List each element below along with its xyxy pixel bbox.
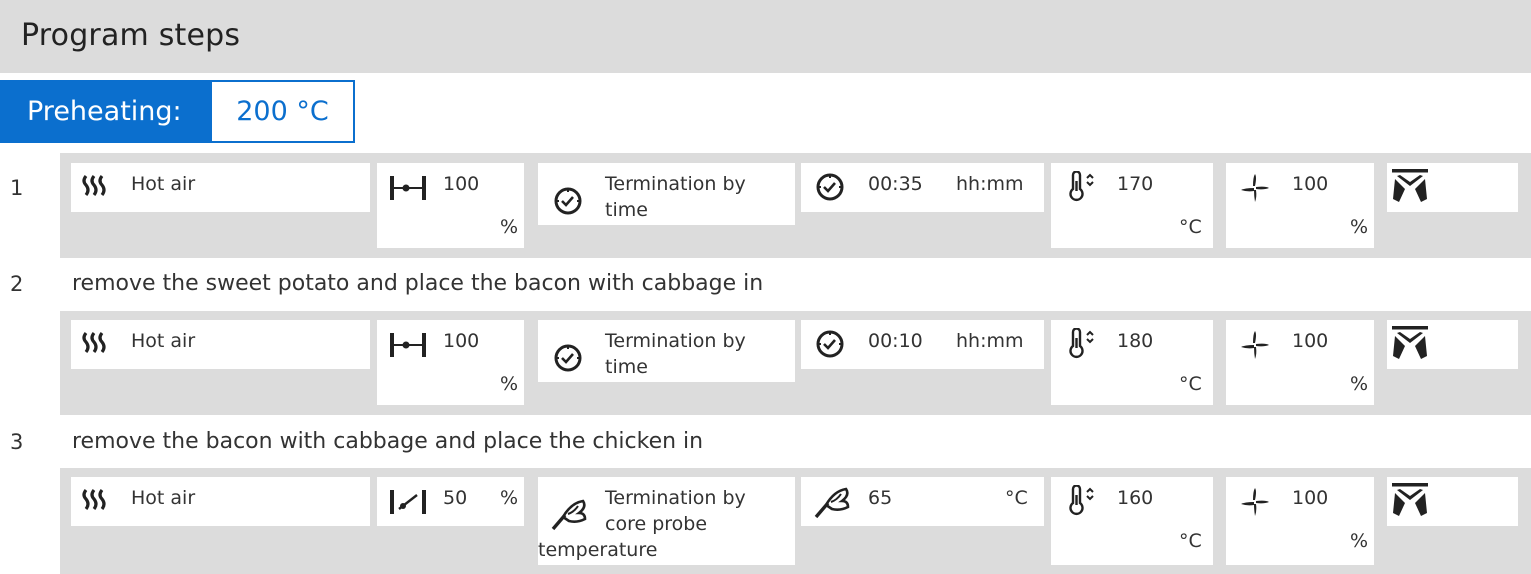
humidity-value: 100 xyxy=(443,173,480,195)
duration-value: 00:10 xyxy=(868,330,923,352)
preheating-label: Preheating: xyxy=(0,80,210,143)
core-probe-icon xyxy=(814,487,850,519)
duration-unit: hh:mm xyxy=(956,330,1024,352)
preheating-value[interactable]: 200 °C xyxy=(210,80,355,143)
temperature-cell[interactable]: 170 °C xyxy=(1051,163,1213,248)
step-note: remove the sweet potato and place the ba… xyxy=(72,271,764,296)
fan-icon xyxy=(1241,488,1269,516)
fan-speed-unit: % xyxy=(1350,216,1369,238)
step-number: 1 xyxy=(10,176,24,200)
termination-line-2: time xyxy=(605,199,648,221)
core-temperature-unit: °C xyxy=(1005,487,1028,509)
duration-unit: hh:mm xyxy=(956,173,1024,195)
humidity-value: 100 xyxy=(443,330,480,352)
temperature-value: 170 xyxy=(1117,173,1154,195)
step-number: 2 xyxy=(10,272,24,296)
humidity-cell[interactable]: 100 % xyxy=(377,320,524,405)
step-note: remove the bacon with cabbage and place … xyxy=(72,429,704,454)
fan-stop-cell[interactable] xyxy=(1387,477,1518,526)
termination-cell[interactable]: Termination by time xyxy=(538,163,795,225)
page-title: Program steps xyxy=(21,18,241,53)
header: Program steps xyxy=(0,0,1531,73)
hot-air-icon xyxy=(82,332,106,353)
termination-line-1: Termination by xyxy=(605,173,746,195)
temperature-value: 180 xyxy=(1117,330,1154,352)
termination-line-3: temperature xyxy=(538,539,658,561)
termination-line-2: time xyxy=(605,356,648,378)
termination-line-1: Termination by xyxy=(605,330,746,352)
duration-cell[interactable]: 00:35 hh:mm xyxy=(801,163,1044,212)
humidity-cell[interactable]: 50 % xyxy=(377,477,524,526)
fan-icon xyxy=(1241,174,1269,202)
humidity-icon xyxy=(390,176,426,200)
humidity-value: 50 xyxy=(443,487,468,509)
temperature-unit: °C xyxy=(1179,373,1202,395)
humidity-cell[interactable]: 100 % xyxy=(377,163,524,248)
humidity-unit: % xyxy=(500,487,519,509)
hot-air-icon xyxy=(82,175,106,196)
fan-speed-value: 100 xyxy=(1292,487,1329,509)
duration-cell[interactable]: 00:10 hh:mm xyxy=(801,320,1044,369)
termination-line-2: core probe xyxy=(605,513,708,535)
cooking-mode-cell[interactable]: Hot air xyxy=(71,320,370,369)
temperature-unit: °C xyxy=(1179,530,1202,552)
humidity-unit: % xyxy=(500,216,519,238)
temperature-cell[interactable]: 180 °C xyxy=(1051,320,1213,405)
fan-speed-unit: % xyxy=(1350,373,1369,395)
termination-cell[interactable]: Termination by core probe temperature xyxy=(538,477,795,565)
fan-speed-unit: % xyxy=(1350,530,1369,552)
fan-icon xyxy=(1241,331,1269,359)
fan-stop-icon xyxy=(1392,169,1428,202)
temperature-cell[interactable]: 160 °C xyxy=(1051,477,1213,565)
step-number: 3 xyxy=(10,430,24,454)
cooking-mode-cell[interactable]: Hot air xyxy=(71,477,370,526)
humidity-unit: % xyxy=(500,373,519,395)
fan-stop-icon xyxy=(1392,483,1428,516)
humidity-icon xyxy=(390,490,426,514)
humidity-icon xyxy=(390,333,426,357)
core-temperature-cell[interactable]: 65 °C xyxy=(801,477,1044,526)
fan-speed-value: 100 xyxy=(1292,173,1329,195)
fan-stop-cell[interactable] xyxy=(1387,320,1518,369)
hot-air-icon xyxy=(82,489,106,510)
fan-speed-cell[interactable]: 100 % xyxy=(1226,163,1374,248)
clock-icon xyxy=(554,344,582,372)
clock-icon xyxy=(816,330,844,358)
clock-icon xyxy=(554,187,582,215)
fan-speed-cell[interactable]: 100 % xyxy=(1226,320,1374,405)
duration-value: 00:35 xyxy=(868,173,923,195)
thermometer-icon xyxy=(1069,485,1094,515)
cooking-mode-label: Hot air xyxy=(131,487,196,509)
fan-speed-value: 100 xyxy=(1292,330,1329,352)
thermometer-icon xyxy=(1069,328,1094,358)
temperature-value: 160 xyxy=(1117,487,1154,509)
termination-line-1: Termination by xyxy=(605,487,746,509)
cooking-mode-label: Hot air xyxy=(131,173,196,195)
core-temperature-value: 65 xyxy=(868,487,893,509)
cooking-mode-label: Hot air xyxy=(131,330,196,352)
core-probe-icon xyxy=(551,499,587,531)
temperature-unit: °C xyxy=(1179,216,1202,238)
thermometer-icon xyxy=(1069,171,1094,201)
termination-cell[interactable]: Termination by time xyxy=(538,320,795,382)
fan-stop-cell[interactable] xyxy=(1387,163,1518,212)
fan-speed-cell[interactable]: 100 % xyxy=(1226,477,1374,565)
clock-icon xyxy=(816,173,844,201)
fan-stop-icon xyxy=(1392,326,1428,359)
cooking-mode-cell[interactable]: Hot air xyxy=(71,163,370,212)
